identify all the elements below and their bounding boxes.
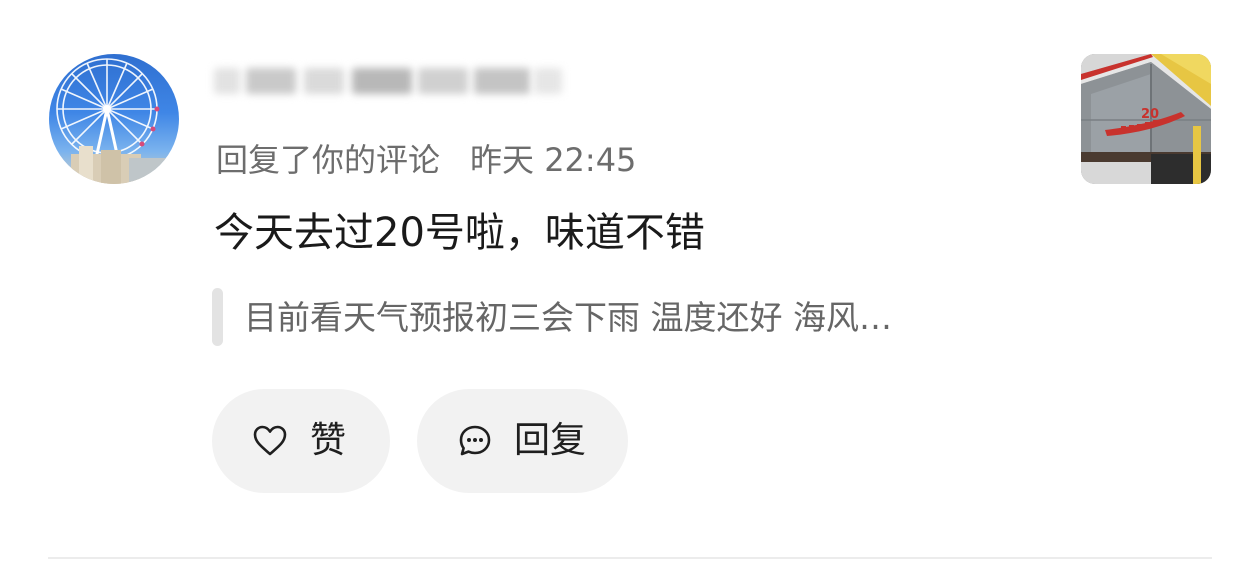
reply-button[interactable]: 回复 <box>417 389 628 493</box>
post-thumbnail[interactable]: 20 <box>1081 54 1211 184</box>
timestamp: 昨天 22:45 <box>470 141 637 179</box>
heart-outline-icon <box>252 423 288 463</box>
user-avatar[interactable] <box>49 54 179 184</box>
meta-line: 回复了你的评论 昨天 22:45 <box>216 136 636 180</box>
reply-label: 回复 <box>514 420 587 461</box>
action-text: 回复了你的评论 <box>216 141 441 179</box>
bottom-divider <box>48 557 1212 559</box>
quote-bar <box>212 288 223 346</box>
chat-bubble-dots-icon <box>457 423 493 463</box>
ferris-wheel-image <box>56 58 169 184</box>
notification-item[interactable]: 回复了你的评论 昨天 22:45 今天去过20号啦，味道不错 目前看天气预报初三… <box>0 0 1260 561</box>
like-label: 赞 <box>310 420 347 461</box>
username-blurred[interactable] <box>212 50 572 112</box>
storefront-image: 20 <box>1081 54 1211 184</box>
like-button[interactable]: 赞 <box>212 389 390 493</box>
thumbnail-sign-number: 20 <box>1141 107 1159 122</box>
comment-content[interactable]: 今天去过20号啦，味道不错 <box>214 206 705 260</box>
quoted-comment[interactable]: 目前看天气预报初三会下雨 温度还好 海风… <box>244 294 892 342</box>
